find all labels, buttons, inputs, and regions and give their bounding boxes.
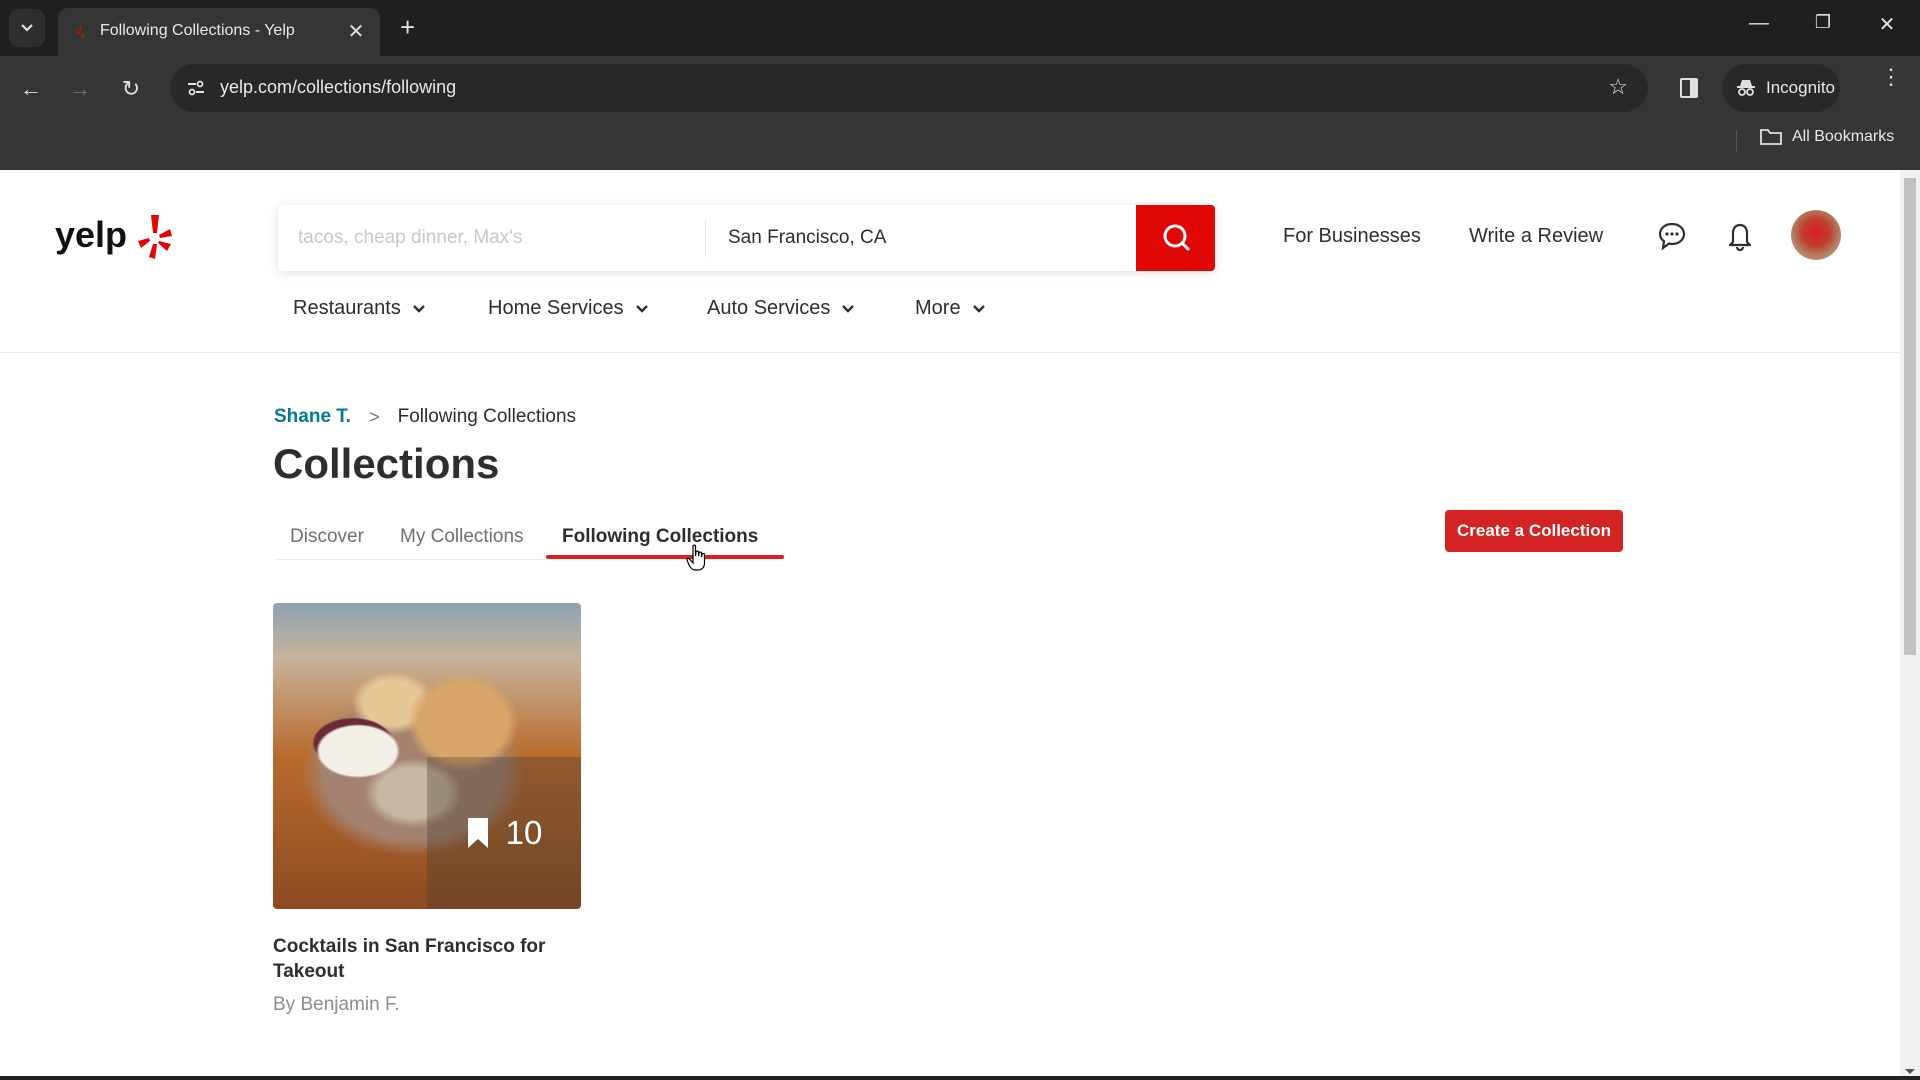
search-location-input[interactable] bbox=[728, 227, 1128, 249]
bookmark-icon bbox=[467, 818, 488, 848]
browser-tab-active[interactable]: Following Collections - Yelp ✕ bbox=[58, 8, 380, 56]
url-text[interactable]: yelp.com/collections/following bbox=[220, 77, 456, 98]
scrollbar-thumb[interactable] bbox=[1904, 178, 1916, 655]
bell-icon bbox=[1728, 223, 1752, 252]
yelp-logo-text: yelp bbox=[55, 214, 127, 255]
page-scrollbar[interactable] bbox=[1900, 170, 1920, 1080]
forward-button[interactable]: → bbox=[65, 76, 95, 102]
collection-card[interactable]: 10 Cocktails in San Francisco for Takeou… bbox=[273, 603, 581, 1016]
create-collection-button[interactable]: Create a Collection bbox=[1445, 510, 1623, 552]
scroll-down-arrow-icon[interactable] bbox=[1905, 1069, 1915, 1074]
user-avatar[interactable] bbox=[1791, 210, 1841, 260]
chevron-down-icon bbox=[21, 24, 33, 32]
new-tab-button[interactable]: + bbox=[400, 12, 415, 42]
saved-count-overlay: 10 bbox=[427, 757, 581, 909]
nav-auto-services-label: Auto Services bbox=[707, 297, 831, 319]
all-bookmarks-label: All Bookmarks bbox=[1792, 128, 1895, 145]
tab-list-button[interactable] bbox=[9, 9, 45, 47]
write-review-link[interactable]: Write a Review bbox=[1469, 225, 1603, 248]
browser-menu-button[interactable]: ⋮ bbox=[1880, 66, 1902, 88]
folder-icon bbox=[1760, 129, 1782, 145]
collection-title[interactable]: Cocktails in San Francisco for Takeout bbox=[273, 934, 573, 984]
search-icon bbox=[1163, 224, 1189, 251]
breadcrumb: Shane T. > Following Collections bbox=[274, 406, 576, 428]
yelp-favicon-icon bbox=[75, 23, 85, 38]
nav-restaurants-label: Restaurants bbox=[293, 297, 401, 319]
chevron-down-icon bbox=[842, 304, 855, 313]
close-window-button[interactable]: ✕ bbox=[1872, 12, 1902, 37]
nav-restaurants[interactable]: Restaurants bbox=[293, 297, 427, 320]
search-bar bbox=[278, 205, 1215, 271]
browser-toolbar: ← → ↻ yelp.com/collections/following ☆ I… bbox=[0, 56, 1920, 170]
for-businesses-link[interactable]: For Businesses bbox=[1283, 225, 1421, 248]
chevron-down-icon bbox=[972, 304, 985, 313]
search-button[interactable] bbox=[1136, 205, 1215, 271]
page-title: Collections bbox=[273, 440, 500, 487]
nav-home-services-label: Home Services bbox=[488, 297, 624, 319]
breadcrumb-current: Following Collections bbox=[397, 406, 577, 427]
tab-my-collections[interactable]: My Collections bbox=[400, 526, 524, 548]
collection-cover-image[interactable]: 10 bbox=[273, 603, 581, 909]
tab-discover[interactable]: Discover bbox=[290, 526, 364, 548]
notifications-button[interactable] bbox=[1722, 218, 1758, 254]
site-info-button[interactable] bbox=[182, 74, 210, 102]
side-panel-button[interactable] bbox=[1680, 78, 1698, 98]
minimize-button[interactable]: — bbox=[1744, 12, 1774, 35]
incognito-indicator[interactable]: Incognito bbox=[1722, 64, 1840, 112]
yelp-page: yelp For Businesses Write a Review Resta… bbox=[0, 170, 1900, 1080]
breadcrumb-separator-icon: > bbox=[369, 406, 380, 427]
tab-title: Following Collections - Yelp bbox=[100, 22, 295, 39]
bookmark-star-button[interactable]: ☆ bbox=[1608, 74, 1628, 100]
nav-home-services[interactable]: Home Services bbox=[488, 297, 650, 320]
all-bookmarks-button[interactable]: All Bookmarks bbox=[1760, 128, 1894, 146]
close-tab-button[interactable]: ✕ bbox=[346, 19, 366, 44]
chevron-down-icon bbox=[412, 304, 425, 313]
saved-count: 10 bbox=[505, 814, 543, 851]
bookmarks-divider bbox=[1736, 130, 1737, 152]
collection-author[interactable]: By Benjamin F. bbox=[273, 994, 581, 1016]
incognito-label: Incognito bbox=[1766, 78, 1835, 97]
address-bar[interactable]: yelp.com/collections/following ☆ bbox=[170, 64, 1648, 112]
browser-tab-strip: Following Collections - Yelp ✕ + — ❐ ✕ bbox=[0, 0, 1920, 56]
taskbar-edge bbox=[0, 1076, 1920, 1080]
active-tab-indicator bbox=[546, 555, 784, 559]
restore-button[interactable]: ❐ bbox=[1808, 12, 1838, 33]
chevron-down-icon bbox=[635, 304, 648, 313]
messages-button[interactable] bbox=[1654, 218, 1690, 254]
yelp-logo[interactable]: yelp bbox=[55, 213, 173, 261]
back-button[interactable]: ← bbox=[16, 76, 46, 102]
nav-auto-services[interactable]: Auto Services bbox=[707, 297, 856, 320]
chat-bubble-icon bbox=[1658, 222, 1686, 251]
breadcrumb-user-link[interactable]: Shane T. bbox=[274, 406, 351, 428]
hand-cursor-icon bbox=[686, 544, 706, 571]
tab-following-collections[interactable]: Following Collections bbox=[562, 526, 758, 548]
yelp-burst-icon bbox=[138, 215, 172, 259]
reload-button[interactable]: ↻ bbox=[116, 76, 146, 102]
search-what-input[interactable] bbox=[298, 227, 698, 249]
nav-more[interactable]: More bbox=[915, 297, 987, 320]
nav-more-label: More bbox=[915, 297, 961, 319]
search-divider bbox=[705, 219, 706, 257]
header-divider bbox=[0, 352, 1900, 353]
incognito-icon bbox=[1737, 80, 1755, 96]
tune-icon bbox=[188, 80, 204, 96]
